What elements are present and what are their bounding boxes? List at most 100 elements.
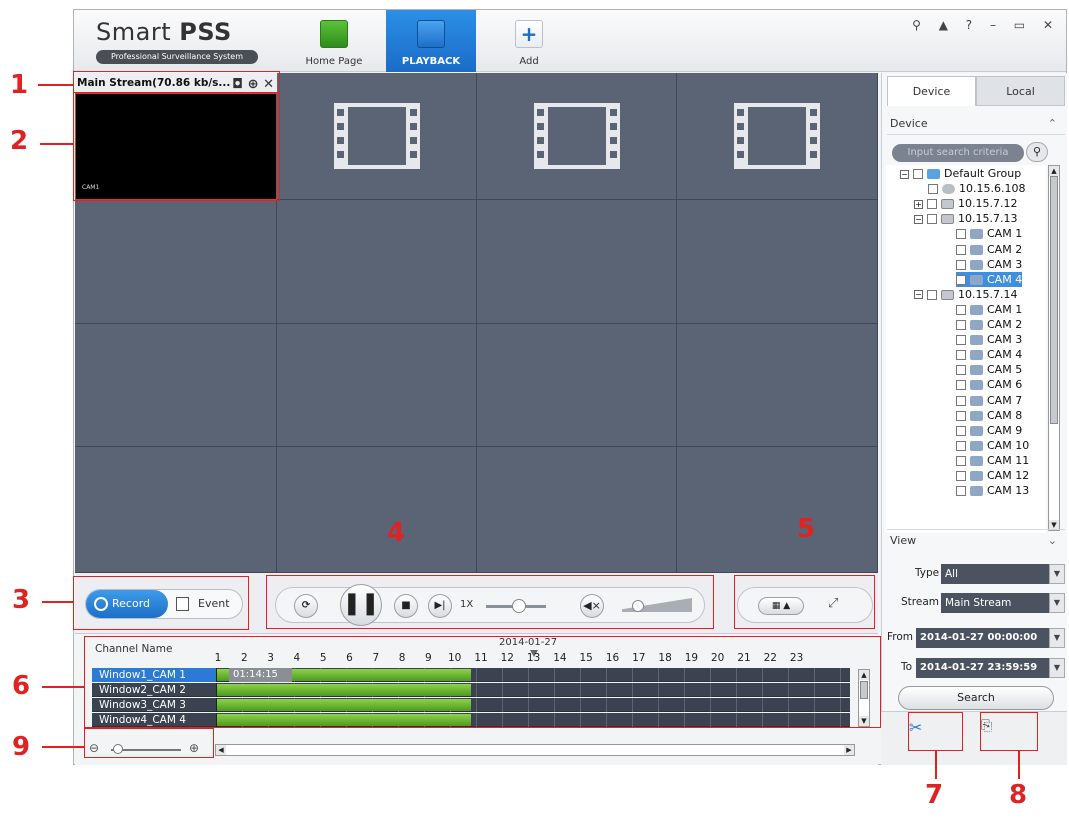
- tree-node-label: CAM 6: [987, 378, 1023, 392]
- collapse-icon[interactable]: −: [900, 169, 909, 179]
- tree-checkbox[interactable]: [956, 320, 966, 330]
- tree-node[interactable]: CAM 9: [956, 423, 1022, 438]
- window-controls[interactable]: ⚲ ▲ ? – ▭ ✕: [912, 18, 1060, 32]
- dropdown-arrow-icon[interactable]: ▼: [1049, 564, 1065, 584]
- tree-node[interactable]: CAM 4: [956, 347, 1022, 362]
- tree-checkbox[interactable]: [956, 274, 966, 285]
- to-datetime-input[interactable]: 2014-01-27 23:59:59 ▼: [916, 658, 1065, 678]
- video-cell-9[interactable]: [75, 324, 277, 447]
- tree-node[interactable]: − 10.15.7.14: [914, 287, 1017, 302]
- chevron-down-icon[interactable]: ⌄: [1048, 530, 1057, 552]
- tree-checkbox[interactable]: [927, 199, 937, 210]
- scroll-thumb[interactable]: [1050, 176, 1058, 424]
- tree-node[interactable]: CAM 4: [956, 271, 1023, 287]
- tree-node-label: 10.15.6.108: [959, 182, 1026, 196]
- video-cell-6[interactable]: [277, 200, 477, 324]
- tree-node[interactable]: CAM 5: [956, 362, 1022, 377]
- tree-node[interactable]: CAM 3: [956, 332, 1022, 347]
- tree-checkbox[interactable]: [956, 425, 966, 436]
- tree-checkbox[interactable]: [956, 455, 966, 466]
- video-cell-4[interactable]: [677, 73, 878, 200]
- video-cell-13[interactable]: [75, 447, 277, 573]
- tree-checkbox[interactable]: [956, 350, 966, 361]
- view-section-header[interactable]: View ⌄: [887, 529, 1065, 551]
- tree-checkbox[interactable]: [956, 365, 966, 376]
- tree-checkbox[interactable]: [956, 304, 966, 315]
- tree-node-label: CAM 13: [987, 484, 1030, 498]
- video-cell-8[interactable]: [677, 200, 878, 324]
- tree-checkbox[interactable]: [956, 335, 966, 346]
- tree-node[interactable]: − 10.15.7.13: [914, 211, 1017, 226]
- nav-home-page[interactable]: Home Page: [289, 10, 379, 72]
- annotation-box-9: [84, 728, 214, 758]
- tree-checkbox[interactable]: [928, 184, 938, 195]
- video-cell-16[interactable]: [677, 447, 878, 573]
- tab-device[interactable]: Device: [887, 76, 976, 106]
- dropdown-arrow-icon[interactable]: ▼: [1049, 658, 1065, 678]
- tree-checkbox[interactable]: [956, 440, 966, 451]
- tree-node[interactable]: CAM 7: [956, 393, 1022, 408]
- tree-node[interactable]: CAM 2: [956, 317, 1022, 332]
- nav-playback[interactable]: PLAYBACK: [386, 10, 476, 72]
- tree-checkbox[interactable]: [956, 395, 966, 406]
- tree-node[interactable]: CAM 13: [956, 483, 1029, 498]
- video-cell-14[interactable]: [277, 447, 477, 573]
- expand-icon[interactable]: +: [914, 199, 923, 209]
- tree-checkbox[interactable]: [956, 229, 966, 240]
- dropdown-arrow-icon[interactable]: ▼: [1049, 593, 1065, 613]
- scroll-up-icon[interactable]: ▲: [1049, 166, 1059, 176]
- device-section-header[interactable]: Device ⌃: [887, 113, 1065, 135]
- video-cell-11[interactable]: [477, 324, 677, 447]
- nav-add[interactable]: + Add: [484, 10, 574, 72]
- tree-node-label: CAM 11: [987, 453, 1030, 467]
- collapse-icon[interactable]: −: [914, 290, 923, 300]
- tree-checkbox[interactable]: [956, 259, 966, 270]
- chevron-up-icon[interactable]: ⌃: [1048, 113, 1057, 135]
- collapse-icon[interactable]: −: [914, 214, 923, 224]
- tree-checkbox[interactable]: [956, 471, 966, 481]
- tree-node-label: Default Group: [944, 167, 1022, 180]
- scroll-left-icon[interactable]: ◀: [216, 745, 226, 755]
- device-tree-scrollbar[interactable]: ▲ ▼: [1048, 165, 1060, 531]
- video-cell-12[interactable]: [677, 324, 878, 447]
- tree-checkbox[interactable]: [956, 244, 966, 255]
- tree-node[interactable]: CAM 1: [956, 302, 1022, 317]
- search-icon[interactable]: ⚲: [1026, 142, 1048, 162]
- video-cell-5[interactable]: [75, 200, 277, 324]
- tree-checkbox[interactable]: [913, 169, 923, 179]
- tree-node[interactable]: CAM 11: [956, 453, 1029, 468]
- tree-node[interactable]: − Default Group: [900, 166, 1021, 181]
- video-cell-10[interactable]: [277, 324, 477, 447]
- tree-checkbox[interactable]: [956, 410, 966, 421]
- tree-node[interactable]: +10.15.7.12: [914, 196, 1017, 211]
- tree-node[interactable]: CAM 10: [956, 438, 1029, 453]
- stream-select[interactable]: Main Stream ▼: [941, 593, 1065, 613]
- type-select[interactable]: All ▼: [941, 564, 1065, 584]
- tree-node-label: CAM 10: [987, 438, 1030, 452]
- tree-checkbox[interactable]: [927, 289, 937, 300]
- device-search-input[interactable]: Input search criteria: [892, 144, 1024, 162]
- tree-node[interactable]: CAM 8: [956, 408, 1022, 423]
- from-datetime-input[interactable]: 2014-01-27 00:00:00 ▼: [916, 628, 1065, 648]
- tree-node[interactable]: CAM 1: [956, 226, 1022, 241]
- tree-checkbox[interactable]: [956, 380, 966, 391]
- dropdown-arrow-icon[interactable]: ▼: [1049, 628, 1065, 648]
- tree-node[interactable]: CAM 3: [956, 257, 1022, 272]
- nav-home-label: Home Page: [305, 56, 363, 67]
- scroll-right-icon[interactable]: ▶: [844, 745, 854, 755]
- video-cell-3[interactable]: [477, 73, 677, 200]
- tree-node[interactable]: CAM 2: [956, 242, 1022, 257]
- annotation-line-7: [935, 751, 937, 779]
- tree-checkbox[interactable]: [956, 486, 966, 497]
- video-cell-2[interactable]: [277, 73, 477, 200]
- tree-node[interactable]: 10.15.6.108: [928, 181, 1025, 196]
- timeline-horizontal-scrollbar[interactable]: ◀ ▶: [215, 744, 855, 756]
- tab-local[interactable]: Local: [976, 76, 1065, 106]
- video-cell-7[interactable]: [477, 200, 677, 324]
- tree-node[interactable]: CAM 6: [956, 377, 1022, 392]
- tree-checkbox[interactable]: [927, 214, 937, 225]
- search-button[interactable]: Search: [898, 686, 1054, 710]
- annotation-label-3: 3: [12, 585, 31, 615]
- video-cell-15[interactable]: [477, 447, 677, 573]
- tree-node[interactable]: CAM 12: [956, 468, 1029, 483]
